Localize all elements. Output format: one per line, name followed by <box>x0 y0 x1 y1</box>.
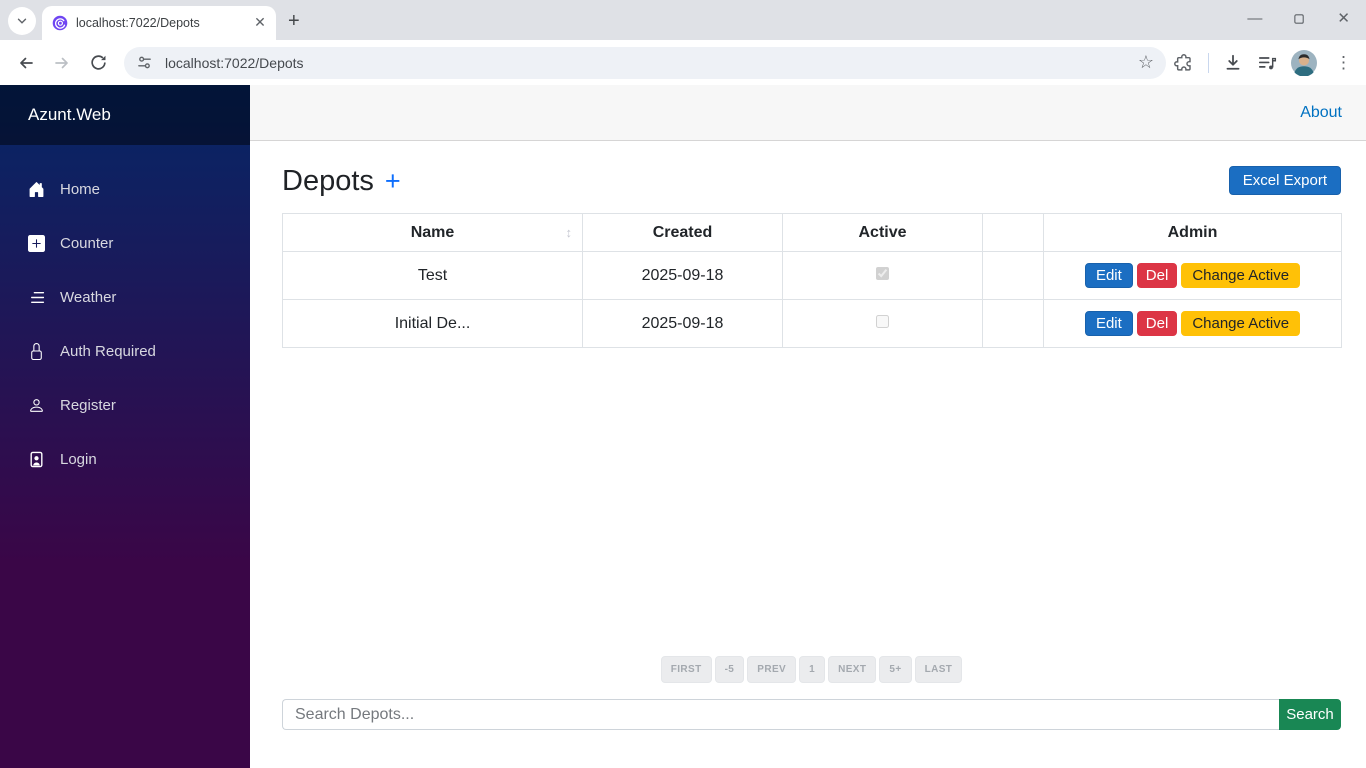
cell-name: Initial De... <box>283 300 583 348</box>
sidebar-item-login[interactable]: Login <box>10 435 240 483</box>
page-title-group: Depots + <box>282 165 401 198</box>
sidebar-item-label: Counter <box>60 235 113 252</box>
plus-square-icon <box>28 235 45 252</box>
sidebar-item-label: Login <box>60 451 97 468</box>
app-brand[interactable]: Azunt.Web <box>0 85 250 145</box>
sidebar: Azunt.Web Home Counter Weather <box>0 85 250 768</box>
column-header-admin: Admin <box>1044 214 1342 252</box>
sidebar-item-weather[interactable]: Weather <box>10 273 240 321</box>
top-bar: About <box>250 85 1366 141</box>
page-plus5-button[interactable]: 5+ <box>879 656 911 683</box>
page-title: Depots <box>282 165 374 197</box>
active-checkbox <box>876 315 889 328</box>
table-row: Initial De... 2025-09-18 Edit Del Change… <box>283 300 1342 348</box>
cell-active <box>783 252 983 300</box>
list-nested-icon <box>28 289 45 306</box>
sidebar-item-label: Register <box>60 397 116 414</box>
page-content: Depots + Excel Export Name ↕ Created Acti… <box>250 141 1366 768</box>
cell-admin: Edit Del Change Active <box>1044 252 1342 300</box>
sidebar-item-counter[interactable]: Counter <box>10 219 240 267</box>
browser-toolbar: localhost:7022/Depots ☆ ⋮ <box>0 40 1366 85</box>
tab-search-button[interactable] <box>8 7 36 35</box>
search-input[interactable] <box>282 699 1279 730</box>
cell-active <box>783 300 983 348</box>
edit-button[interactable]: Edit <box>1085 311 1133 336</box>
search-bar: Search <box>282 699 1341 730</box>
sidebar-item-auth-required[interactable]: Auth Required <box>10 327 240 375</box>
edit-button[interactable]: Edit <box>1085 263 1133 288</box>
cell-blank <box>983 252 1044 300</box>
person-badge-icon <box>28 451 45 468</box>
page-last-button[interactable]: LAST <box>915 656 963 683</box>
page-prev-button[interactable]: PREV <box>747 656 796 683</box>
column-header-created[interactable]: Created <box>583 214 783 252</box>
active-checkbox <box>876 267 889 280</box>
del-button[interactable]: Del <box>1137 263 1178 288</box>
excel-export-button[interactable]: Excel Export <box>1229 166 1341 195</box>
column-header-blank <box>983 214 1044 252</box>
download-icon[interactable] <box>1223 53 1243 73</box>
window-minimize-icon[interactable]: — <box>1247 11 1262 27</box>
window-close-icon[interactable]: ✕ <box>1337 11 1350 27</box>
tab-title: localhost:7022/Depots <box>76 16 244 30</box>
del-button[interactable]: Del <box>1137 311 1178 336</box>
bookmark-star-icon[interactable]: ☆ <box>1138 52 1154 73</box>
sidebar-item-label: Auth Required <box>60 343 156 360</box>
add-depot-link[interactable]: + <box>385 166 401 196</box>
page-number-button[interactable]: 1 <box>799 656 825 683</box>
reload-icon[interactable] <box>84 49 112 77</box>
person-icon <box>28 397 45 414</box>
column-header-active[interactable]: Active <box>783 214 983 252</box>
change-active-button[interactable]: Change Active <box>1181 311 1300 336</box>
toolbar-divider <box>1208 53 1209 73</box>
page-next-button[interactable]: NEXT <box>828 656 876 683</box>
change-active-button[interactable]: Change Active <box>1181 263 1300 288</box>
new-tab-button[interactable]: + <box>288 12 300 30</box>
sidebar-item-register[interactable]: Register <box>10 381 240 429</box>
sort-icon[interactable]: ↕ <box>566 224 573 239</box>
pagination: FIRST -5 PREV 1 NEXT 5+ LAST <box>282 656 1341 683</box>
site-settings-icon[interactable] <box>136 54 153 71</box>
cell-name: Test <box>283 252 583 300</box>
sidebar-item-label: Home <box>60 181 100 198</box>
window-maximize-icon[interactable] <box>1293 13 1306 26</box>
search-button[interactable]: Search <box>1279 699 1341 730</box>
browser-tab-strip: localhost:7022/Depots ✕ + — ✕ <box>0 0 1366 40</box>
extensions-icon[interactable] <box>1174 53 1194 73</box>
page-first-button[interactable]: FIRST <box>661 656 712 683</box>
forward-icon[interactable] <box>48 49 76 77</box>
lock-icon <box>28 343 45 360</box>
column-header-name[interactable]: Name ↕ <box>283 214 583 252</box>
home-icon <box>28 181 45 198</box>
address-bar[interactable]: localhost:7022/Depots ☆ <box>124 47 1166 79</box>
back-icon[interactable] <box>12 49 40 77</box>
tab-close-icon[interactable]: ✕ <box>252 15 268 31</box>
sidebar-nav: Home Counter Weather Auth Required <box>0 145 250 483</box>
browser-menu-icon[interactable]: ⋮ <box>1331 53 1356 73</box>
page-minus5-button[interactable]: -5 <box>715 656 745 683</box>
chevron-down-icon <box>15 14 29 28</box>
cell-blank <box>983 300 1044 348</box>
table-row: Test 2025-09-18 Edit Del Change Active <box>283 252 1342 300</box>
cell-admin: Edit Del Change Active <box>1044 300 1342 348</box>
site-favicon <box>52 15 68 31</box>
media-controls-icon[interactable] <box>1257 53 1277 73</box>
profile-avatar[interactable] <box>1291 50 1317 76</box>
browser-tab[interactable]: localhost:7022/Depots ✕ <box>42 6 276 40</box>
sidebar-item-home[interactable]: Home <box>10 165 240 213</box>
sidebar-item-label: Weather <box>60 289 116 306</box>
url-text: localhost:7022/Depots <box>165 55 1138 71</box>
cell-created: 2025-09-18 <box>583 252 783 300</box>
table-header-row: Name ↕ Created Active Admin <box>283 214 1342 252</box>
about-link[interactable]: About <box>1300 104 1342 122</box>
depots-table: Name ↕ Created Active Admin Test 2025-09… <box>282 213 1342 348</box>
cell-created: 2025-09-18 <box>583 300 783 348</box>
